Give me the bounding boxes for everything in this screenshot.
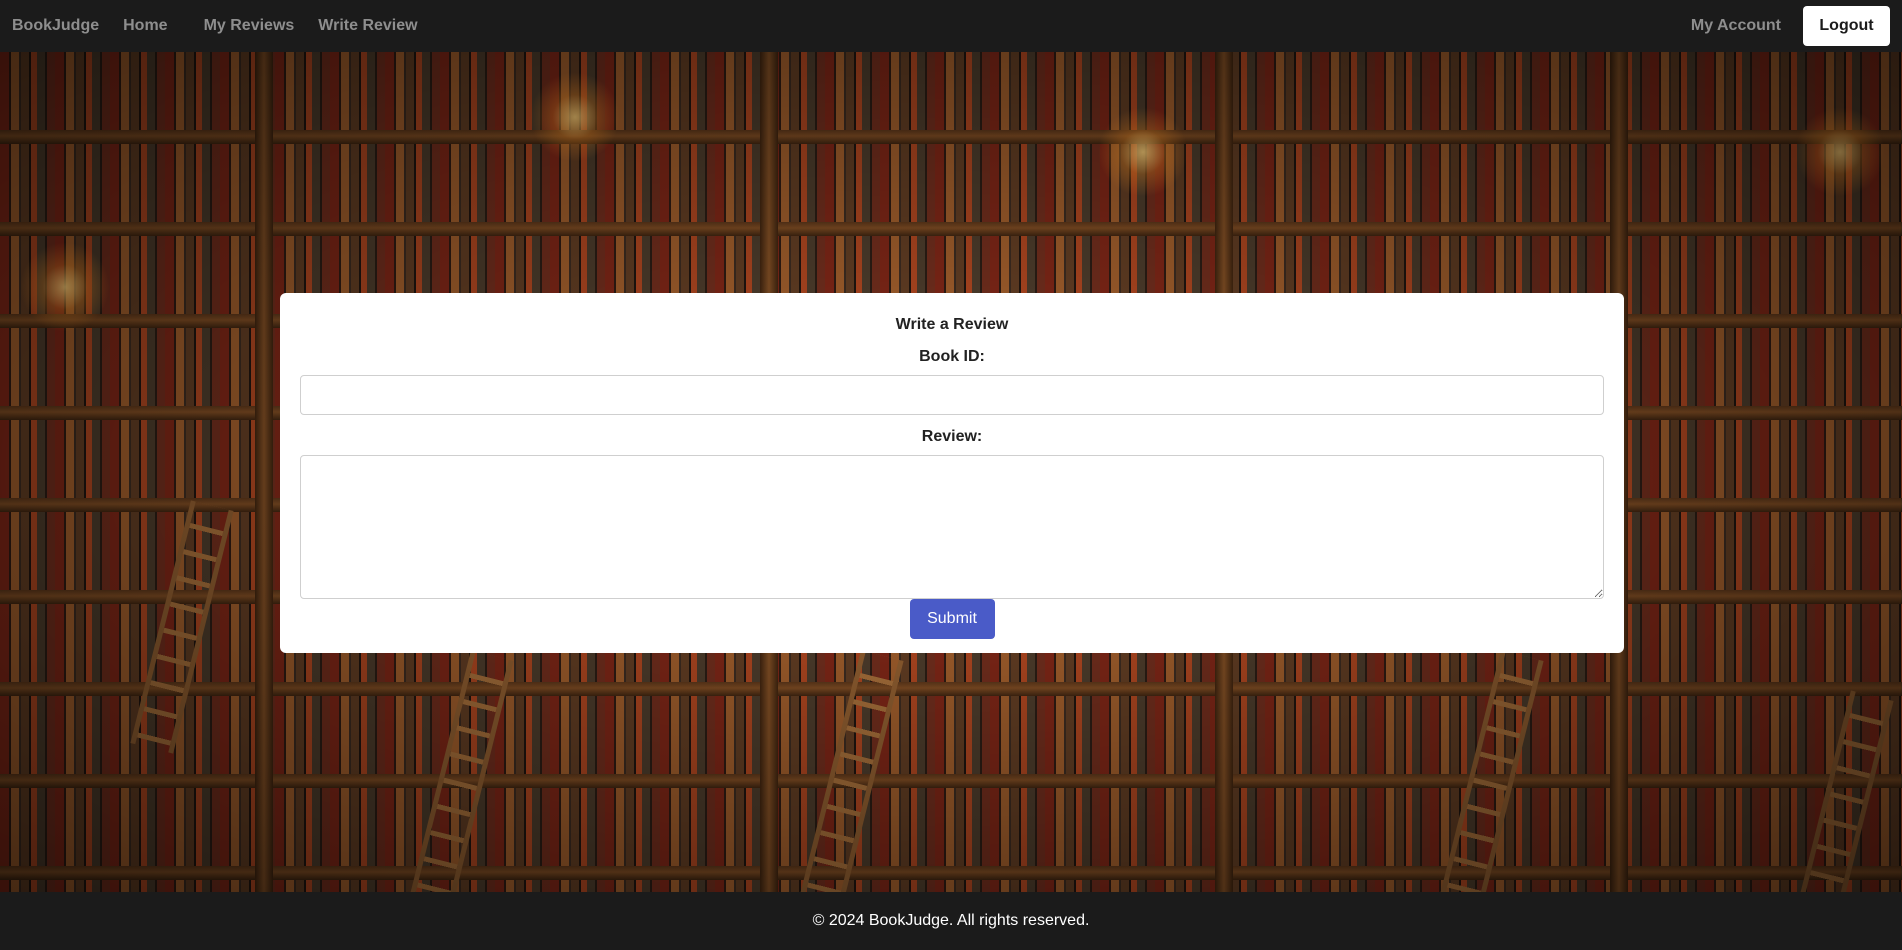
copyright-text: © 2024 BookJudge. All rights reserved. [812,912,1090,929]
submit-button[interactable]: Submit [909,599,995,639]
review-label: Review: [921,428,983,445]
nav-my-reviews-link[interactable]: My Reviews [204,17,295,35]
nav-home-link[interactable]: Home [123,17,167,35]
brand-link[interactable]: BookJudge [12,17,99,35]
book-id-label: Book ID: [919,348,985,365]
logout-button[interactable]: Logout [1803,6,1890,46]
nav-write-review-link[interactable]: Write Review [318,17,417,35]
nav-my-account-link[interactable]: My Account [1691,17,1781,35]
form-title: Write a Review [895,316,1009,333]
write-review-form: Write a Review Book ID: Review: Submit [280,293,1624,653]
review-textarea[interactable] [300,455,1604,599]
book-id-input[interactable] [300,375,1604,415]
top-navbar: BookJudge Home My Reviews Write Review M… [0,0,1902,52]
footer: © 2024 BookJudge. All rights reserved. [0,892,1902,950]
